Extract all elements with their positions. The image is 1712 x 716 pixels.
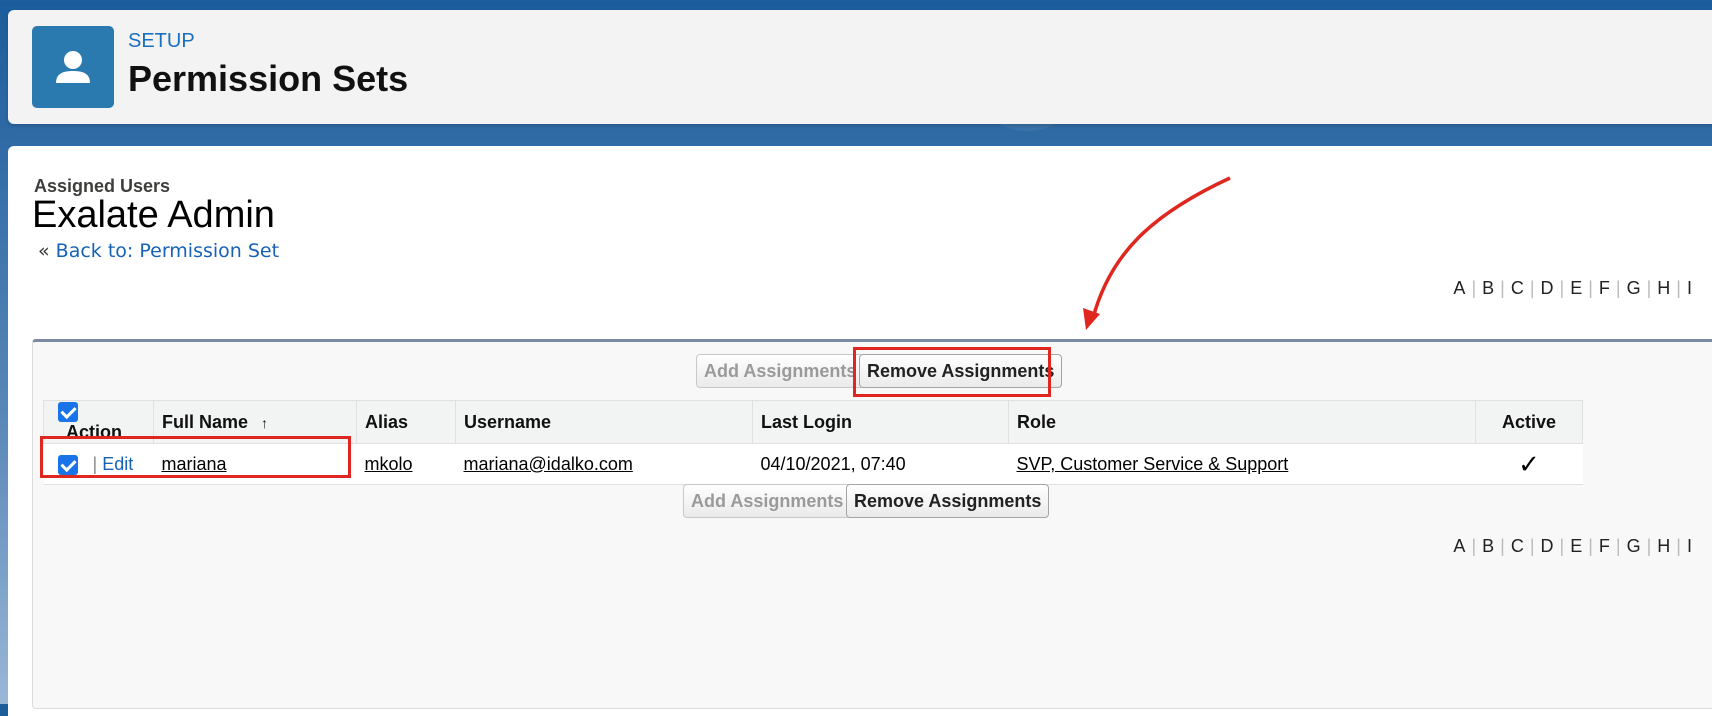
annotation-arrow (1083, 176, 1231, 330)
